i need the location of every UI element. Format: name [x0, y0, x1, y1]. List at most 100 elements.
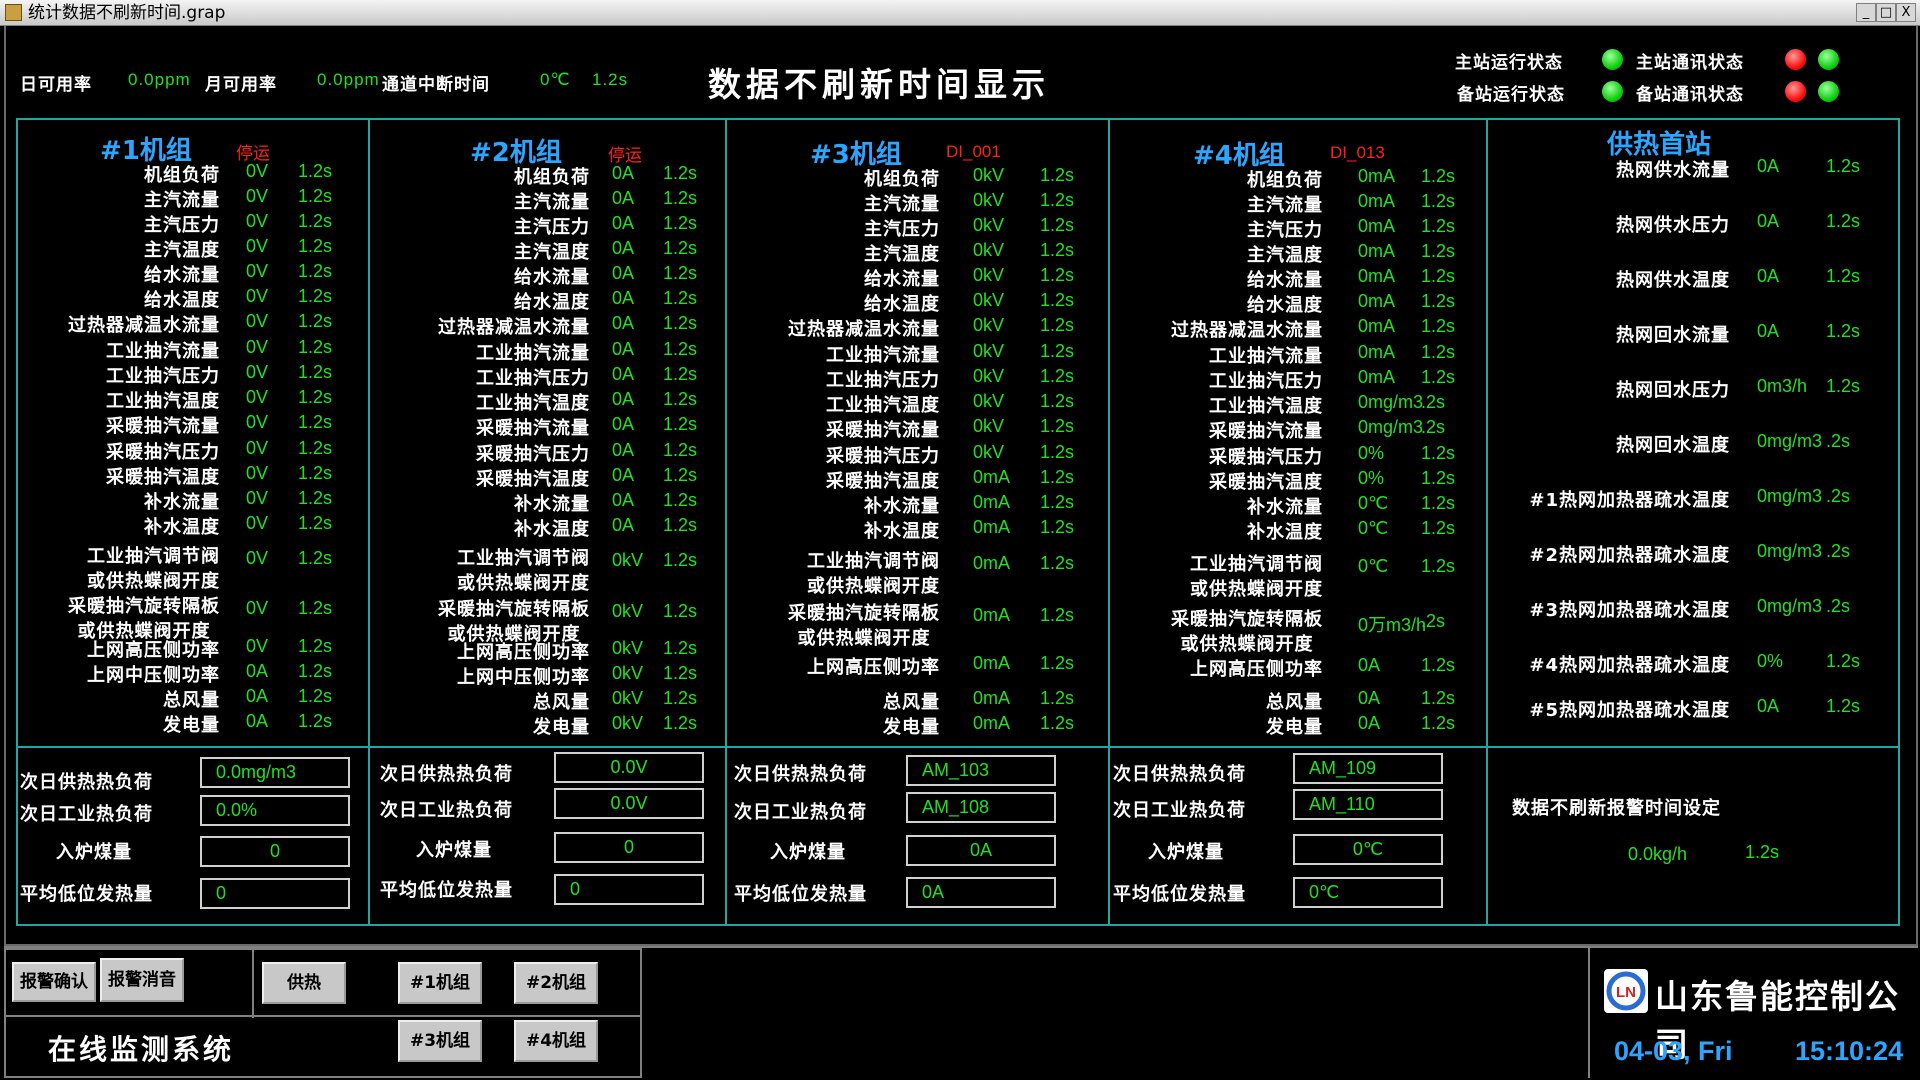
unit1-row-value: 0V	[246, 548, 269, 568]
unit2-row-time: 1.2s	[663, 188, 698, 208]
unit2-coal-label: 入炉煤量	[416, 840, 492, 861]
unit4-row-label: 给水温度	[1247, 295, 1323, 316]
unit2-row-label: 过热器减温水流量	[438, 317, 590, 338]
unit2-next-heat-field[interactable]: 0.0V	[554, 752, 704, 783]
unit4-row-label: 工业抽汽温度	[1209, 396, 1323, 417]
unit2-row-value: 0A	[612, 213, 635, 233]
close-button[interactable]: X	[1896, 3, 1916, 22]
unit1-row-time: 1.2s	[298, 186, 333, 206]
unit2-row-time: 1.2s	[663, 163, 698, 183]
unit4-row-label: 采暖抽汽温度	[1209, 472, 1323, 493]
unit4-row-time: 1.2s	[1421, 367, 1456, 387]
unit3-row-label: 给水温度	[864, 294, 940, 315]
unit2-row-value: 0A	[612, 238, 635, 258]
unit3-row-time: 1.2s	[1040, 391, 1075, 411]
unit4-next-heat-label: 次日供热热负荷	[1113, 764, 1246, 785]
date-display: 04-03, Fri	[1614, 1036, 1733, 1066]
alarm-time-setting-value[interactable]: 0.0kg/h	[1628, 844, 1687, 865]
station-row-value: 0A	[1757, 156, 1780, 176]
unit1-next-heat-field[interactable]: 0.0mg/m3	[200, 757, 350, 788]
unit4-row-time: 1.2s	[1421, 493, 1456, 513]
maximize-button[interactable]: □	[1876, 3, 1896, 22]
unit4-row-value: 0℃	[1358, 518, 1389, 538]
unit2-row-label: 总风量	[533, 692, 590, 713]
unit1-row-value: 0V	[246, 598, 269, 618]
station-row-value: 0m3/h	[1757, 376, 1808, 396]
unit3-row-label: 采暖抽汽旋转隔板 或供热蝶阀开度	[788, 603, 940, 649]
unit2-coal-field[interactable]: 0	[554, 832, 704, 863]
unit3-row-value: 0kV	[973, 442, 1005, 462]
unit2-lhv-field[interactable]: 0	[554, 874, 704, 905]
unit3-row-time: 1.2s	[1040, 341, 1075, 361]
unit2-row-label: 给水温度	[514, 292, 590, 313]
unit3-coal-field[interactable]: 0A	[906, 835, 1056, 866]
unit2-next-ind-field[interactable]: 0.0V	[554, 788, 704, 819]
unit1-lhv-field[interactable]: 0	[200, 878, 350, 909]
unit1-row-value: 0V	[246, 261, 269, 281]
unit3-next-heat-field[interactable]: AM_103	[906, 755, 1056, 786]
unit4-button[interactable]: #4机组	[514, 1020, 598, 1062]
unit2-row-value: 0A	[612, 288, 635, 308]
unit1-row-label: 补水温度	[144, 517, 220, 538]
unit3-row-value: 0kV	[973, 165, 1005, 185]
unit4-lhv-field[interactable]: 0℃	[1293, 877, 1443, 908]
unit3-lhv-field[interactable]: 0A	[906, 877, 1056, 908]
alarm-silence-button[interactable]: 报警消音	[100, 958, 184, 1002]
unit2-next-ind-label: 次日工业热负荷	[380, 800, 513, 821]
station-row-value: 0mg/m3	[1757, 596, 1823, 616]
unit1-row-label: 上网中压侧功率	[87, 665, 220, 686]
page-title: 数据不刷新时间显示	[708, 65, 1050, 104]
station-row-label: 热网回水温度	[1616, 435, 1730, 456]
unit1-row-value: 0V	[246, 311, 269, 331]
app-icon	[5, 4, 22, 21]
unit1-row-time: 1.2s	[298, 598, 333, 618]
unit4-state: DI_013	[1330, 143, 1385, 162]
unit4-row-value: 0%	[1358, 468, 1385, 488]
unit1-coal-field[interactable]: 0	[200, 836, 350, 867]
unit1-next-ind-field[interactable]: 0.0%	[200, 795, 350, 826]
unit1-row-time: 1.2s	[298, 236, 333, 256]
system-name: 在线监测系统	[48, 1033, 235, 1066]
unit3-button[interactable]: #3机组	[398, 1020, 482, 1062]
unit1-row-label: 总风量	[163, 690, 220, 711]
unit4-next-heat-field[interactable]: AM_109	[1293, 753, 1443, 784]
unit4-row-label: 工业抽汽流量	[1209, 346, 1323, 367]
unit4-coal-field[interactable]: 0℃	[1293, 834, 1443, 865]
unit1-row-label: 采暖抽汽压力	[106, 442, 220, 463]
unit3-next-ind-field[interactable]: AM_108	[906, 792, 1056, 823]
unit3-lhv-label: 平均低位发热量	[734, 884, 867, 905]
station-row-time: .2s	[1826, 596, 1851, 616]
unit4-row-label: 机组负荷	[1247, 170, 1323, 191]
unit3-row-value: 0mA	[973, 605, 1011, 625]
unit2-row-time: 1.2s	[663, 414, 698, 434]
alarm-ack-button[interactable]: 报警确认	[12, 962, 96, 1002]
unit3-row-label: 补水温度	[864, 521, 940, 542]
unit2-button[interactable]: #2机组	[514, 962, 598, 1004]
unit2-row-time: 1.2s	[663, 313, 698, 333]
unit1-lhv-label: 平均低位发热量	[20, 884, 153, 905]
unit2-row-time: 1.2s	[663, 515, 698, 535]
unit1-row-value: 0V	[246, 387, 269, 407]
unit1-row-label: 采暖抽汽温度	[106, 467, 220, 488]
minimize-button[interactable]: _	[1856, 3, 1876, 22]
station-row-value: 0A	[1757, 211, 1780, 231]
unit2-row-time: 1.2s	[663, 389, 698, 409]
panel-unit3-border	[725, 118, 727, 926]
unit3-row-label: 总风量	[883, 692, 940, 713]
unit3-row-value: 0kV	[973, 416, 1005, 436]
unit4-next-ind-label: 次日工业热负荷	[1113, 800, 1246, 821]
unit4-row-time: 1.2s	[1421, 291, 1456, 311]
heating-button[interactable]: 供热	[262, 962, 346, 1004]
unit2-row-value: 0A	[612, 163, 635, 183]
unit4-next-ind-field[interactable]: AM_110	[1293, 789, 1443, 820]
unit2-row-label: 工业抽汽流量	[476, 343, 590, 364]
unit1-button[interactable]: #1机组	[398, 962, 482, 1004]
station-row-label: 热网供水温度	[1616, 270, 1730, 291]
unit1-row-time: 1.2s	[298, 387, 333, 407]
unit2-row-label: 主汽压力	[514, 217, 590, 238]
station-row-value: 0mg/m3	[1757, 486, 1823, 506]
unit4-row-time: 1.2s	[1421, 468, 1456, 488]
unit3-next-ind-label: 次日工业热负荷	[734, 802, 867, 823]
unit1-row-label: 主汽流量	[144, 190, 220, 211]
panel-bottom-border	[16, 924, 1900, 926]
